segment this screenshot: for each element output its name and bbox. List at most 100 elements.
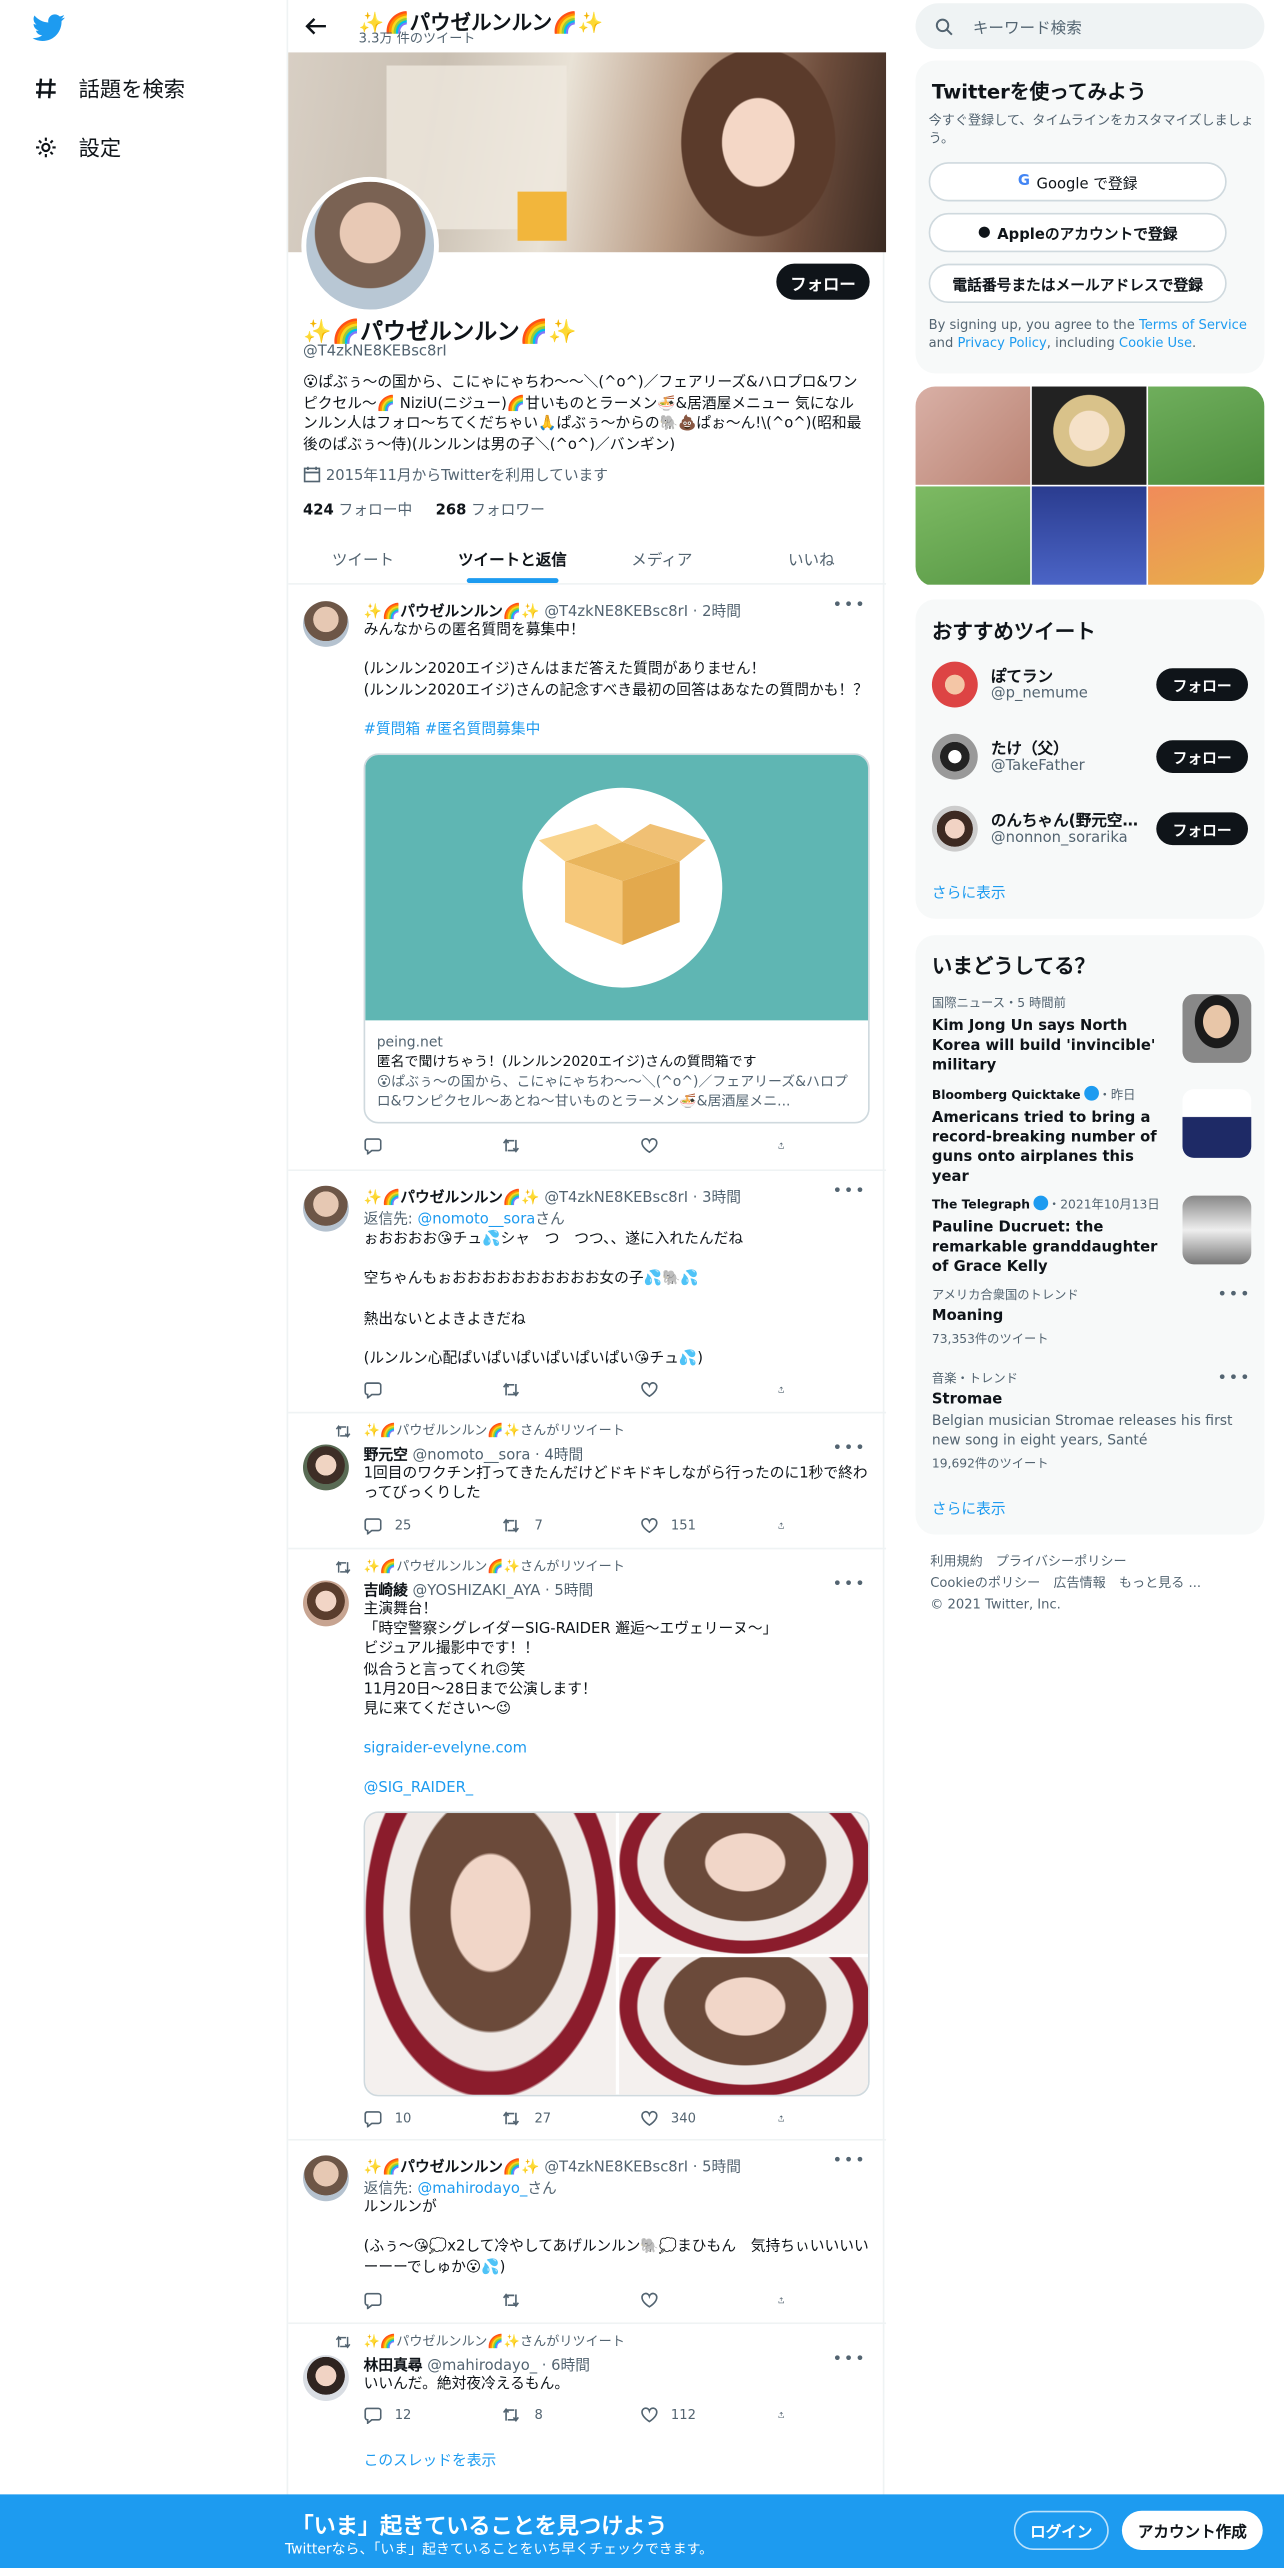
photo[interactable] bbox=[619, 1813, 869, 1954]
show-thread-link[interactable]: このスレッドを表示 bbox=[364, 2452, 872, 2472]
reply-button[interactable] bbox=[364, 2291, 462, 2310]
like-button[interactable]: 151 bbox=[640, 1517, 738, 1535]
reply-button[interactable]: 12 bbox=[364, 2406, 462, 2424]
reply-to-link[interactable]: @mahirodayo_ bbox=[417, 2182, 527, 2198]
more-icon[interactable]: ••• bbox=[1217, 1286, 1251, 1304]
show-more-link[interactable]: さらに表示 bbox=[932, 1497, 1006, 1518]
share-button[interactable] bbox=[778, 1137, 798, 1155]
tweet-avatar[interactable] bbox=[302, 1444, 349, 1491]
media-thumb[interactable] bbox=[1031, 486, 1147, 585]
search-input[interactable]: キーワード検索 bbox=[915, 3, 1265, 50]
profile-follow-button[interactable]: フォロー bbox=[776, 263, 870, 300]
share-button[interactable] bbox=[778, 1517, 798, 1535]
avatar[interactable] bbox=[931, 661, 978, 708]
more-icon[interactable]: ••• bbox=[832, 1182, 866, 1200]
photo[interactable] bbox=[619, 1957, 869, 2095]
tab-tweets-and-replies[interactable]: ツイートと返信 bbox=[438, 532, 587, 584]
tweet[interactable]: ✨🌈パウゼルンルン🌈✨さんがリツイート 野元空 @nomoto__sora · … bbox=[288, 1413, 887, 1550]
recommend-user[interactable]: たけ（父） @TakeFather フォロー bbox=[931, 730, 1251, 786]
more-icon[interactable]: ••• bbox=[1217, 1369, 1251, 1387]
share-button[interactable] bbox=[778, 2406, 798, 2424]
more-icon[interactable]: ••• bbox=[832, 1576, 866, 1594]
reply-button[interactable]: 25 bbox=[364, 1517, 462, 1535]
trend-item[interactable]: The Telegraph ・2021年10月13日 Pauline Ducrue… bbox=[932, 1195, 1252, 1276]
nav-settings[interactable]: 設定 bbox=[33, 131, 121, 162]
show-more-link[interactable]: さらに表示 bbox=[932, 881, 1006, 902]
link-card[interactable]: peing.net 匿名で聞けちゃう！(ルンルン2020エイジ)さんの質問箱です… bbox=[363, 753, 870, 1124]
tweet[interactable]: ✨🌈パウゼルンルン🌈✨ @T4zkNE8KEBsc8rI · 5時間 ••• 返… bbox=[288, 2141, 887, 2325]
like-button[interactable]: 340 bbox=[640, 2109, 738, 2127]
like-button[interactable] bbox=[640, 2291, 738, 2309]
share-button[interactable] bbox=[778, 2109, 798, 2127]
phone-signup-button[interactable]: 電話番号またはメールアドレスで登録 bbox=[928, 263, 1227, 303]
cookie-link[interactable]: Cookie Use bbox=[1119, 335, 1192, 350]
share-button[interactable] bbox=[778, 1381, 798, 1399]
recommend-user[interactable]: のんちゃん(野元空生... @nonnon_sorarika フォロー bbox=[931, 803, 1251, 859]
followers-link[interactable]: 268 フォロワー bbox=[436, 503, 545, 519]
retweet-button[interactable] bbox=[502, 2291, 600, 2309]
tweet-author[interactable]: 吉崎綾 @YOSHIZAKI_AYA · 5時間 bbox=[364, 1579, 594, 1600]
media-thumb[interactable] bbox=[915, 386, 1031, 485]
like-button[interactable]: 112 bbox=[640, 2406, 738, 2424]
retweet-button[interactable] bbox=[502, 1381, 600, 1399]
like-button[interactable] bbox=[640, 1381, 738, 1399]
trend-item[interactable]: 国際ニュース・5 時間前 Kim Jong Un says North Kore… bbox=[932, 994, 1252, 1074]
tab-tweets[interactable]: ツイート bbox=[288, 532, 437, 583]
reply-button[interactable] bbox=[364, 1381, 462, 1399]
tweet-author[interactable]: ✨🌈パウゼルンルン🌈✨ @T4zkNE8KEBsc8rI · 5時間 bbox=[364, 2155, 741, 2176]
trend-item[interactable]: Bloomberg Quicktake ・昨日 Americans tried t… bbox=[932, 1085, 1252, 1186]
tweet-author[interactable]: 林田真尋 @mahirodayo_ · 6時間 bbox=[364, 2354, 590, 2374]
tweet[interactable]: ✨🌈パウゼルンルン🌈✨ @T4zkNE8KEBsc8rI · 3時間 ••• 返… bbox=[288, 1171, 887, 1414]
tweet-link[interactable]: sigraider-evelyne.com bbox=[364, 1739, 872, 1759]
privacy-link[interactable]: Privacy Policy bbox=[957, 335, 1046, 350]
share-button[interactable] bbox=[778, 2291, 798, 2309]
like-button[interactable] bbox=[640, 1137, 738, 1155]
more-icon[interactable]: ••• bbox=[832, 2350, 866, 2368]
more-icon[interactable]: ••• bbox=[832, 596, 866, 614]
retweet-button[interactable] bbox=[502, 1137, 600, 1155]
retweet-button[interactable]: 27 bbox=[502, 2109, 600, 2127]
tab-media[interactable]: メディア bbox=[587, 532, 736, 583]
tweet[interactable]: ✨🌈パウゼルンルン🌈✨さんがリツイート 吉崎綾 @YOSHIZAKI_AYA ·… bbox=[288, 1549, 887, 2141]
tweet-hashtags[interactable]: #質問箱 #匿名質問募集中 bbox=[364, 721, 872, 741]
media-thumb[interactable] bbox=[1148, 486, 1265, 585]
terms-link[interactable]: Terms of Service bbox=[1139, 318, 1247, 333]
following-link[interactable]: 424 フォロー中 bbox=[303, 503, 412, 519]
tweet-avatar[interactable] bbox=[302, 2355, 349, 2402]
recommend-follow-button[interactable]: フォロー bbox=[1156, 740, 1249, 774]
tweet-author[interactable]: 野元空 @nomoto__sora · 4時間 bbox=[364, 1443, 584, 1464]
retweet-button[interactable]: 7 bbox=[502, 1517, 600, 1535]
tweet-avatar[interactable] bbox=[302, 1580, 349, 1627]
apple-signup-button[interactable]: ● Appleのアカウントで登録 bbox=[928, 212, 1227, 253]
more-icon[interactable]: ••• bbox=[832, 1440, 866, 1458]
footer-line[interactable]: Cookieのポリシー 広告情報 もっと見る ... bbox=[930, 1572, 1201, 1593]
media-thumb[interactable] bbox=[1031, 386, 1147, 485]
reply-button[interactable] bbox=[364, 1137, 462, 1155]
tweet-avatar[interactable] bbox=[302, 2155, 349, 2202]
tweet-author[interactable]: ✨🌈パウゼルンルン🌈✨ @T4zkNE8KEBsc8rI · 3時間 bbox=[364, 1186, 741, 1207]
tweet-avatar[interactable] bbox=[302, 601, 349, 647]
more-icon[interactable]: ••• bbox=[832, 2152, 866, 2170]
signup-button[interactable]: アカウント作成 bbox=[1121, 2510, 1263, 2551]
back-arrow-icon[interactable] bbox=[305, 15, 328, 38]
trend-item[interactable]: 音楽・トレンド Stromae Belgian musician Stromae… bbox=[932, 1369, 1251, 1471]
media-thumb[interactable] bbox=[1148, 386, 1265, 485]
google-signup-button[interactable]: G Google で登録 bbox=[928, 162, 1227, 202]
login-button[interactable]: ログイン bbox=[1013, 2510, 1109, 2551]
avatar[interactable] bbox=[931, 733, 978, 780]
profile-avatar[interactable] bbox=[301, 176, 439, 315]
tweet[interactable]: ✨🌈パウゼルンルン🌈✨さんがリツイート 林田真尋 @mahirodayo_ · … bbox=[288, 2324, 886, 2494]
photo[interactable] bbox=[365, 1813, 616, 2095]
tab-likes[interactable]: いいね bbox=[737, 532, 886, 583]
tweet-mention[interactable]: @SIG_RAIDER_ bbox=[364, 1779, 872, 1799]
trend-item[interactable]: アメリカ合衆国のトレンド Moaning 73,353件のツイート ••• bbox=[932, 1286, 1251, 1352]
tweet-avatar[interactable] bbox=[302, 1185, 349, 1232]
tweet-author[interactable]: ✨🌈パウゼルンルン🌈✨ @T4zkNE8KEBsc8rI · 2時間 bbox=[364, 599, 741, 620]
tweet[interactable]: ✨🌈パウゼルンルン🌈✨ @T4zkNE8KEBsc8rI · 2時間 ••• み… bbox=[288, 585, 887, 1172]
retweet-button[interactable]: 8 bbox=[502, 2406, 600, 2424]
footer-line[interactable]: 利用規約 プライバシーポリシー bbox=[930, 1551, 1201, 1572]
avatar[interactable] bbox=[931, 805, 978, 852]
recommend-user[interactable]: ぽてラン @p_nemume フォロー bbox=[931, 658, 1251, 714]
nav-explore[interactable]: 話題を検索 bbox=[33, 72, 185, 103]
recommend-follow-button[interactable]: フォロー bbox=[1156, 812, 1249, 846]
